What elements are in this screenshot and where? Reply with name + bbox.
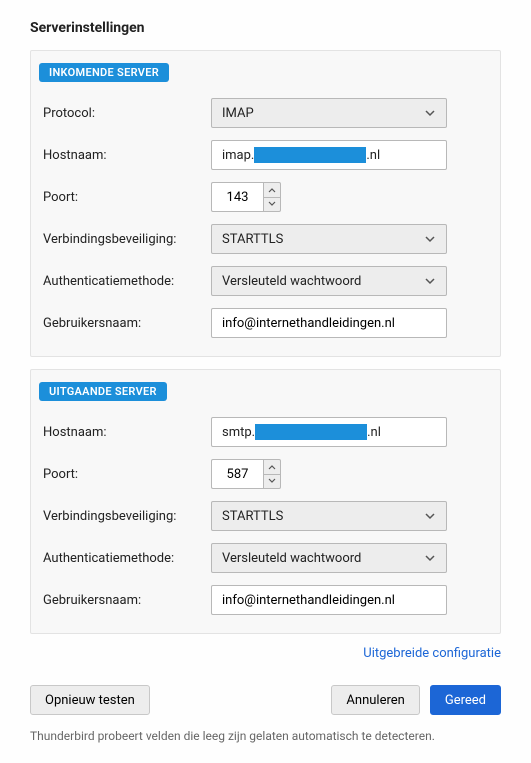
outgoing-hostname-row: Hostnaam: smtp. .nl <box>43 411 488 453</box>
outgoing-user-input[interactable] <box>211 585 447 615</box>
stepper-down-icon[interactable] <box>264 475 280 489</box>
incoming-auth-value: Versleuteld wachtwoord <box>222 274 361 289</box>
incoming-port-stepper[interactable] <box>263 182 281 212</box>
protocol-select[interactable]: IMAP <box>211 98 447 128</box>
page-title: Serverinstellingen <box>30 20 501 36</box>
outgoing-auth-select[interactable]: Versleuteld wachtwoord <box>211 543 447 573</box>
incoming-auth-select[interactable]: Versleuteld wachtwoord <box>211 266 447 296</box>
incoming-security-row: Verbindingsbeveiliging: STARTTLS <box>43 218 488 260</box>
incoming-auth-row: Authenticatiemethode: Versleuteld wachtw… <box>43 260 488 302</box>
incoming-badge: INKOMENDE SERVER <box>39 63 169 82</box>
incoming-auth-label: Authenticatiemethode: <box>43 274 211 289</box>
retest-button[interactable]: Opnieuw testen <box>30 685 150 715</box>
advanced-config-row: Uitgebreide configuratie <box>30 646 501 661</box>
outgoing-hostname-label: Hostnaam: <box>43 425 211 440</box>
outgoing-security-select[interactable]: STARTTLS <box>211 501 447 531</box>
outgoing-security-value: STARTTLS <box>222 509 283 524</box>
outgoing-user-row: Gebruikersnaam: <box>43 579 488 621</box>
incoming-hostname-row: Hostnaam: imap. .nl <box>43 134 488 176</box>
incoming-port-label: Poort: <box>43 190 211 205</box>
incoming-security-label: Verbindingsbeveiliging: <box>43 232 211 247</box>
chevron-down-icon <box>424 107 436 119</box>
outgoing-port-row: Poort: <box>43 453 488 495</box>
incoming-panel: INKOMENDE SERVER Protocol: IMAP Hostnaam… <box>30 50 501 357</box>
hostname-suffix: .nl <box>367 425 381 440</box>
outgoing-port-label: Poort: <box>43 467 211 482</box>
chevron-down-icon <box>424 233 436 245</box>
incoming-hostname-label: Hostnaam: <box>43 148 211 163</box>
incoming-user-label: Gebruikersnaam: <box>43 316 211 331</box>
incoming-hostname-input[interactable]: imap. .nl <box>211 140 447 170</box>
outgoing-auth-value: Versleuteld wachtwoord <box>222 551 361 566</box>
advanced-config-link[interactable]: Uitgebreide configuratie <box>363 646 501 661</box>
footnote: Thunderbird probeert velden die leeg zij… <box>30 729 501 743</box>
outgoing-auth-label: Authenticatiemethode: <box>43 551 211 566</box>
outgoing-port-input[interactable] <box>211 459 263 489</box>
protocol-value: IMAP <box>222 106 254 121</box>
incoming-security-select[interactable]: STARTTLS <box>211 224 447 254</box>
outgoing-panel: UITGAANDE SERVER Hostnaam: smtp. .nl Poo… <box>30 369 501 634</box>
stepper-down-icon[interactable] <box>264 198 280 212</box>
stepper-up-icon[interactable] <box>264 183 280 198</box>
hostname-prefix: imap. <box>222 148 254 163</box>
outgoing-security-label: Verbindingsbeveiliging: <box>43 509 211 524</box>
incoming-port-row: Poort: <box>43 176 488 218</box>
button-bar: Opnieuw testen Annuleren Gereed <box>30 685 501 715</box>
incoming-user-input[interactable] <box>211 308 447 338</box>
outgoing-user-label: Gebruikersnaam: <box>43 593 211 608</box>
done-button[interactable]: Gereed <box>430 685 501 715</box>
incoming-user-row: Gebruikersnaam: <box>43 302 488 344</box>
outgoing-badge: UITGAANDE SERVER <box>39 382 167 401</box>
incoming-port-input[interactable] <box>211 182 263 212</box>
hostname-prefix: smtp. <box>222 425 255 440</box>
incoming-security-value: STARTTLS <box>222 232 283 247</box>
protocol-label: Protocol: <box>43 106 211 121</box>
outgoing-port-stepper[interactable] <box>263 459 281 489</box>
stepper-up-icon[interactable] <box>264 460 280 475</box>
redacted-host <box>255 424 367 440</box>
outgoing-auth-row: Authenticatiemethode: Versleuteld wachtw… <box>43 537 488 579</box>
chevron-down-icon <box>424 552 436 564</box>
chevron-down-icon <box>424 510 436 522</box>
chevron-down-icon <box>424 275 436 287</box>
redacted-host <box>254 147 366 163</box>
protocol-row: Protocol: IMAP <box>43 92 488 134</box>
hostname-suffix: .nl <box>366 148 380 163</box>
cancel-button[interactable]: Annuleren <box>331 685 419 715</box>
outgoing-security-row: Verbindingsbeveiliging: STARTTLS <box>43 495 488 537</box>
outgoing-hostname-input[interactable]: smtp. .nl <box>211 417 447 447</box>
